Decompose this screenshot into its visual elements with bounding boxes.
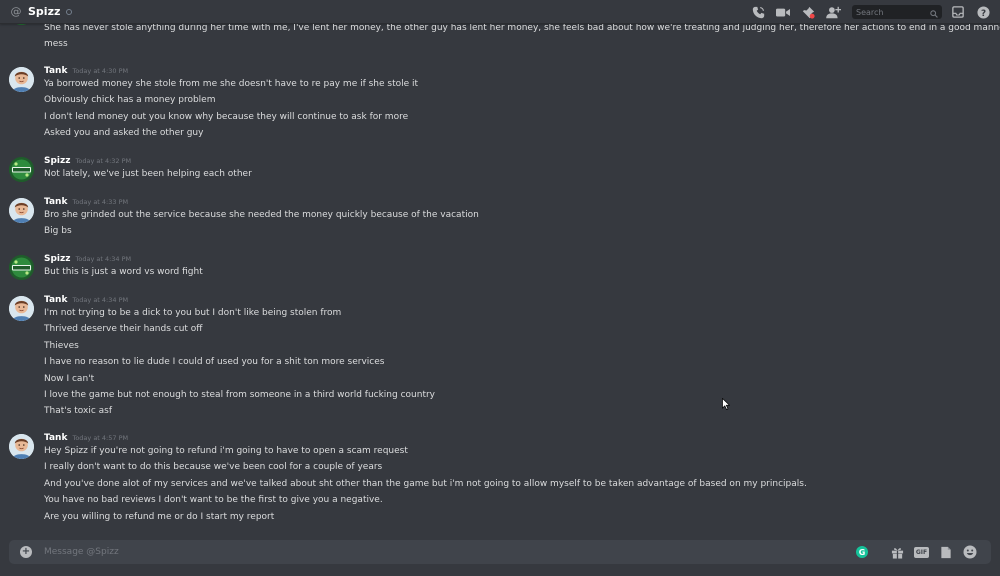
- inbox-icon[interactable]: [950, 4, 966, 20]
- message-text: Hey Spizz if you're not going to refund …: [44, 446, 408, 456]
- author-name[interactable]: Tank: [44, 295, 67, 305]
- grammarly-icon[interactable]: G: [856, 546, 868, 558]
- message-header: Spizz Today at 4:34 PM: [44, 254, 131, 264]
- message-text: That's toxic asf: [44, 406, 113, 417]
- channel-header: @ Spizz Search ?: [0, 0, 1000, 24]
- tank-avatar[interactable]: [9, 67, 34, 92]
- message-text: I have no reason to lie dude I could of …: [44, 357, 385, 368]
- message-text: Ya borrowed money she stole from me she …: [44, 79, 419, 89]
- author-name[interactable]: Spizz: [44, 156, 71, 166]
- message-text: Thrived deserve their hands cut off: [44, 324, 203, 335]
- message-text: You have no bad reviews I don't want to …: [44, 495, 383, 506]
- message-text: She has never stole anything during her …: [44, 24, 1000, 33]
- message-header: Tank Today at 4:34 PM: [44, 295, 128, 305]
- spizz-avatar[interactable]: [9, 157, 34, 182]
- emoji-icon[interactable]: [963, 545, 977, 559]
- gif-button[interactable]: GIF: [914, 546, 929, 558]
- mouse-pointer-icon: [722, 395, 731, 414]
- message-header: Tank Today at 4:33 PM: [44, 197, 128, 207]
- at-sign-icon: @: [10, 5, 22, 18]
- message-header: Spizz Today at 4:32 PM: [44, 156, 131, 166]
- message-text: And you've done alot of my services and …: [44, 478, 807, 489]
- pin-icon[interactable]: [800, 4, 816, 20]
- message-text: mess: [44, 39, 68, 50]
- message-text: Bro she grinded out the service because …: [44, 210, 479, 220]
- message-text: Not lately, we've just been helping each…: [44, 169, 252, 179]
- message-text: I'm not trying to be a dick to you but I…: [44, 308, 342, 318]
- timestamp: Today at 4:34 PM: [75, 255, 132, 263]
- message-header: Tank Today at 4:57 PM: [44, 433, 128, 443]
- message-text: Are you willing to refund me or do I sta…: [44, 511, 275, 522]
- author-name[interactable]: Tank: [44, 197, 67, 207]
- message-text: I really don't want to do this because w…: [44, 462, 383, 473]
- spizz-avatar[interactable]: [9, 255, 34, 280]
- timestamp: Today at 4:57 PM: [72, 434, 129, 442]
- message-header: Tank Today at 4:30 PM: [44, 66, 128, 76]
- status-icon: [66, 8, 73, 15]
- message-text: But this is just a word vs word fight: [44, 267, 203, 277]
- upload-button[interactable]: +: [20, 546, 32, 558]
- tank-avatar[interactable]: [9, 434, 34, 459]
- sticker-icon[interactable]: [939, 545, 953, 559]
- message-text: I love the game but not enough to steal …: [44, 390, 436, 400]
- message-text: I don't lend money out you know why beca…: [44, 111, 409, 122]
- author-name[interactable]: Spizz: [44, 254, 71, 264]
- video-call-icon[interactable]: [775, 4, 791, 20]
- message-text: Thieves: [44, 340, 79, 351]
- search-icon: [930, 3, 938, 22]
- search-input[interactable]: Search: [852, 5, 942, 19]
- message-list[interactable]: She has never stole anything during her …: [0, 24, 1000, 536]
- message-text: Big bs: [44, 226, 72, 237]
- tank-avatar[interactable]: [9, 198, 34, 223]
- search-placeholder: Search: [856, 7, 884, 17]
- spizz-avatar[interactable]: [9, 24, 34, 25]
- timestamp: Today at 4:34 PM: [72, 296, 129, 304]
- voice-call-icon[interactable]: [750, 4, 766, 20]
- message-text: Now I can't: [44, 373, 95, 384]
- author-name[interactable]: Tank: [44, 433, 67, 443]
- message-input[interactable]: [44, 547, 856, 557]
- message-text: Asked you and asked the other guy: [44, 128, 204, 139]
- tank-avatar[interactable]: [9, 296, 34, 321]
- help-icon[interactable]: ?: [975, 4, 991, 20]
- timestamp: Today at 4:33 PM: [72, 198, 129, 206]
- timestamp: Today at 4:30 PM: [72, 67, 129, 75]
- svg-text:?: ?: [980, 8, 985, 18]
- timestamp: Today at 4:32 PM: [75, 157, 132, 165]
- add-friend-icon[interactable]: [825, 4, 841, 20]
- gift-icon[interactable]: [890, 545, 904, 559]
- author-name[interactable]: Tank: [44, 66, 67, 76]
- message-text: Obviously chick has a money problem: [44, 95, 216, 106]
- channel-name[interactable]: Spizz: [28, 5, 60, 18]
- message-composer: + G GIF: [9, 540, 991, 564]
